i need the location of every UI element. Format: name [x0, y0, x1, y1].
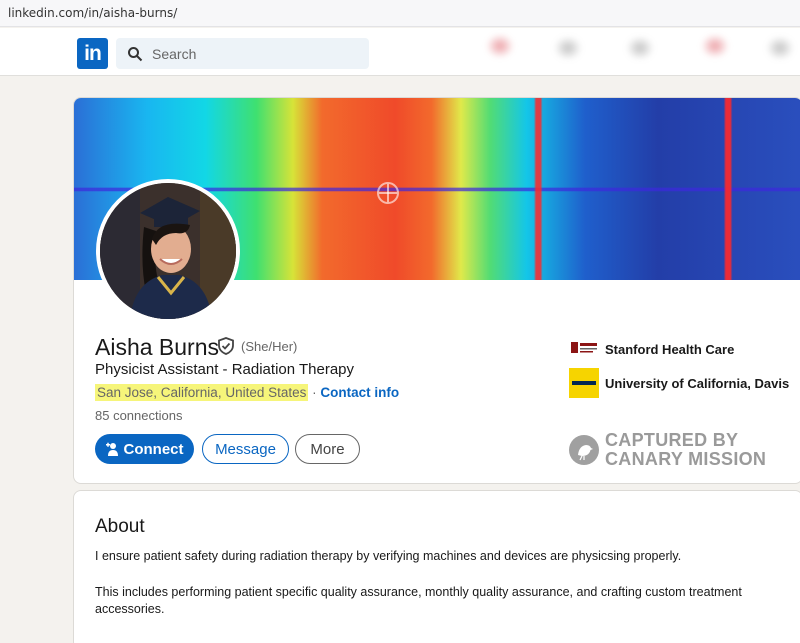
profile-card: Aisha Burns (She/Her) Physicist Assistan…: [73, 97, 800, 484]
watermark-text: CAPTURED BY CANARY MISSION: [605, 431, 766, 469]
add-person-icon: [105, 442, 118, 456]
search-placeholder: Search: [152, 46, 197, 62]
search-icon: [128, 47, 143, 62]
watermark-line2: CANARY MISSION: [605, 449, 767, 469]
ucdavis-logo-icon: [569, 368, 599, 398]
top-navigation: in Search: [0, 28, 800, 76]
profile-photo[interactable]: [96, 179, 240, 323]
url-text[interactable]: linkedin.com/in/aisha-burns/: [8, 6, 177, 20]
about-paragraph: This includes performing patient specifi…: [95, 585, 742, 616]
message-button-label: Message: [215, 440, 276, 458]
browser-address-bar[interactable]: linkedin.com/in/aisha-burns/: [0, 0, 800, 27]
message-button[interactable]: Message: [202, 434, 289, 464]
connect-button-label: Connect: [123, 440, 184, 458]
more-button[interactable]: More: [295, 434, 360, 464]
profile-headline: Physicist Assistant - Radiation Therapy: [95, 361, 355, 378]
verified-shield-icon[interactable]: [216, 336, 236, 356]
experience-stanford[interactable]: Stanford Health Care: [569, 334, 734, 364]
org-label-stanford: Stanford Health Care: [605, 341, 735, 357]
crosshair-icon: [377, 182, 399, 204]
blurred-nav-icons: [480, 32, 800, 72]
more-button-label: More: [310, 440, 345, 458]
location-separator: ·: [308, 385, 321, 400]
about-title: About: [95, 516, 145, 537]
linkedin-logo[interactable]: in: [77, 38, 108, 69]
canary-mission-watermark: CAPTURED BY CANARY MISSION: [569, 431, 766, 469]
canary-bird-icon: [569, 435, 599, 465]
org-label-ucdavis: University of California, Davis: [605, 375, 790, 391]
profile-location: San Jose, California, United States: [95, 384, 309, 401]
location-row: San Jose, California, United States · Co…: [95, 384, 399, 401]
education-ucdavis[interactable]: University of California, Davis: [569, 368, 789, 398]
profile-name: Aisha Burns: [95, 334, 220, 360]
about-paragraph: I ensure patient safety during radiation…: [95, 549, 682, 563]
about-section: About I ensure patient safety during rad…: [73, 490, 800, 643]
connect-button[interactable]: Connect: [95, 434, 194, 464]
connections-count[interactable]: 85 connections: [95, 408, 182, 423]
contact-info-link[interactable]: Contact info: [320, 385, 399, 400]
profile-pronouns: (She/Her): [241, 339, 298, 354]
stanford-logo-icon: [569, 334, 599, 364]
watermark-line1: CAPTURED BY: [605, 430, 739, 450]
search-input[interactable]: Search: [116, 38, 369, 69]
